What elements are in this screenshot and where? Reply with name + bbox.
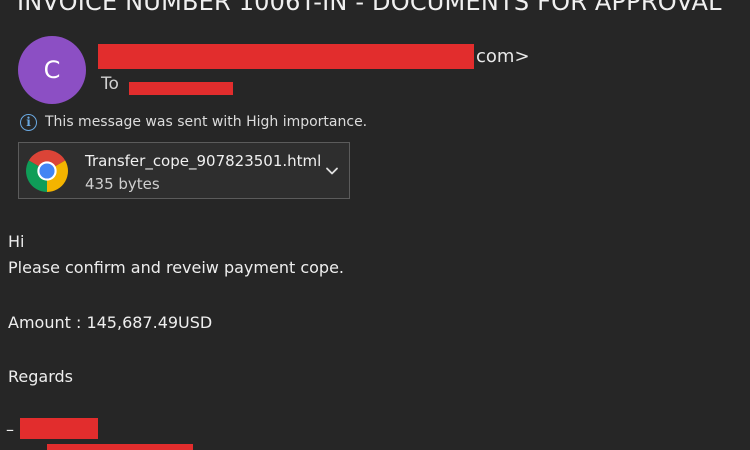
sender-line[interactable]: com> bbox=[98, 42, 530, 70]
info-icon: i bbox=[20, 113, 37, 131]
chevron-down-icon[interactable] bbox=[325, 164, 339, 178]
body-line-confirm: Please confirm and reveiw payment cope. bbox=[8, 258, 344, 277]
to-label: To bbox=[101, 74, 119, 94]
sender-domain-suffix: com> bbox=[476, 45, 530, 67]
attachment-file-size: 435 bytes bbox=[85, 175, 160, 193]
body-greeting: Hi bbox=[8, 232, 25, 251]
email-subject: INVOICE NUMBER 1006T-IN - DOCUMENTS FOR … bbox=[17, 0, 722, 16]
body-closing: Regards bbox=[8, 367, 73, 386]
body-amount: Amount : 145,687.49USD bbox=[8, 313, 213, 332]
attachment-file-name: Transfer_cope_907823501.html bbox=[85, 152, 322, 170]
recipient-redaction bbox=[128, 81, 233, 95]
signature-redaction-name bbox=[20, 418, 98, 439]
chrome-icon bbox=[26, 150, 68, 192]
avatar-initial: C bbox=[43, 56, 61, 84]
recipient-line[interactable]: To bbox=[101, 73, 233, 95]
signature-dash: – bbox=[6, 420, 14, 439]
signature-redaction-detail bbox=[47, 444, 193, 450]
importance-message: This message was sent with High importan… bbox=[45, 114, 368, 130]
sender-avatar[interactable]: C bbox=[18, 36, 86, 104]
attachment-card[interactable]: Transfer_cope_907823501.html 435 bytes bbox=[18, 142, 350, 199]
email-reading-pane: INVOICE NUMBER 1006T-IN - DOCUMENTS FOR … bbox=[0, 0, 750, 450]
high-importance-banner: i This message was sent with High import… bbox=[20, 111, 367, 133]
sender-redaction bbox=[98, 43, 474, 69]
